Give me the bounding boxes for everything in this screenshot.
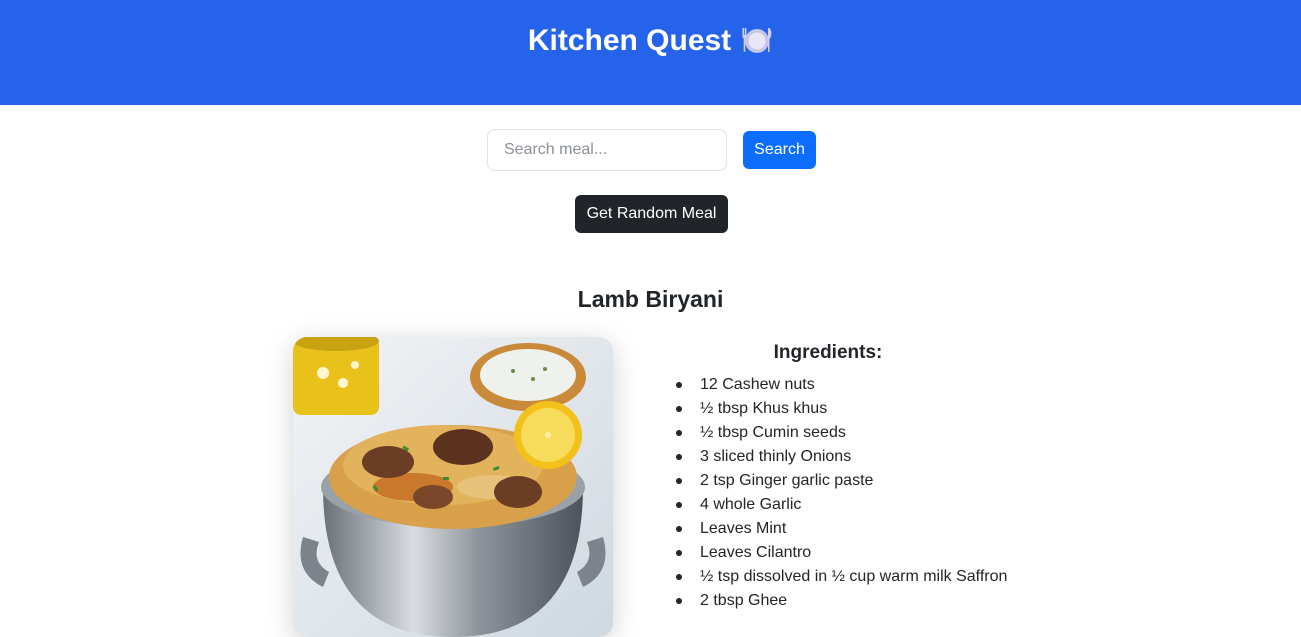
bullet-icon xyxy=(676,574,682,580)
bullet-icon xyxy=(676,430,682,436)
app-title-text: Kitchen Quest xyxy=(527,24,732,57)
ingredient-text: 2 tsp Ginger garlic paste xyxy=(700,472,874,489)
ingredient-item: 4 whole Garlic xyxy=(676,493,1096,517)
ingredient-item: ½ tbsp Khus khus xyxy=(676,397,1096,421)
ingredient-text: 4 whole Garlic xyxy=(700,496,802,513)
plate-with-cutlery-icon xyxy=(741,22,773,60)
ingredient-text: 3 sliced thinly Onions xyxy=(700,448,852,465)
bullet-icon xyxy=(676,454,682,460)
ingredient-item: Leaves Mint xyxy=(676,517,1096,541)
ingredient-text: Leaves Mint xyxy=(700,520,787,537)
bullet-icon xyxy=(676,526,682,532)
ingredient-item: Leaves Cilantro xyxy=(676,541,1096,565)
ingredient-item: 12 Cashew nuts xyxy=(676,373,1096,397)
ingredient-item: 2 tsp Ginger garlic paste xyxy=(676,469,1096,493)
meal-title: Lamb Biryani xyxy=(577,286,724,312)
bullet-icon xyxy=(676,598,682,604)
app-title: Kitchen Quest xyxy=(0,22,1301,60)
ingredients-heading: Ingredients: xyxy=(773,342,883,363)
bullet-icon xyxy=(676,382,682,388)
ingredient-text: ½ tbsp Khus khus xyxy=(700,400,828,417)
ingredient-item: 3 sliced thinly Onions xyxy=(676,445,1096,469)
bullet-icon xyxy=(676,502,682,508)
ingredient-text: Leaves Cilantro xyxy=(700,544,812,561)
ingredient-text: ½ tbsp Cumin seeds xyxy=(700,424,846,441)
meal-image xyxy=(293,337,613,637)
bullet-icon xyxy=(676,406,682,412)
ingredient-text: 2 tbsp Ghee xyxy=(700,592,788,609)
ingredients-list: 12 Cashew nuts ½ tbsp Khus khus ½ tbsp C… xyxy=(676,373,1096,613)
bullet-icon xyxy=(676,550,682,556)
app-header: Kitchen Quest xyxy=(0,0,1301,105)
search-input[interactable] xyxy=(487,129,727,171)
ingredient-text: ½ tsp dissolved in ½ cup warm milk Saffr… xyxy=(700,568,1008,585)
search-button[interactable]: Search xyxy=(743,131,816,169)
ingredient-item: ½ tsp dissolved in ½ cup warm milk Saffr… xyxy=(676,565,1096,589)
ingredient-text: 12 Cashew nuts xyxy=(700,376,815,393)
bullet-icon xyxy=(676,478,682,484)
get-random-meal-button[interactable]: Get Random Meal xyxy=(575,195,728,233)
ingredient-item: 2 tbsp Ghee xyxy=(676,589,1096,613)
ingredient-item: ½ tbsp Cumin seeds xyxy=(676,421,1096,445)
